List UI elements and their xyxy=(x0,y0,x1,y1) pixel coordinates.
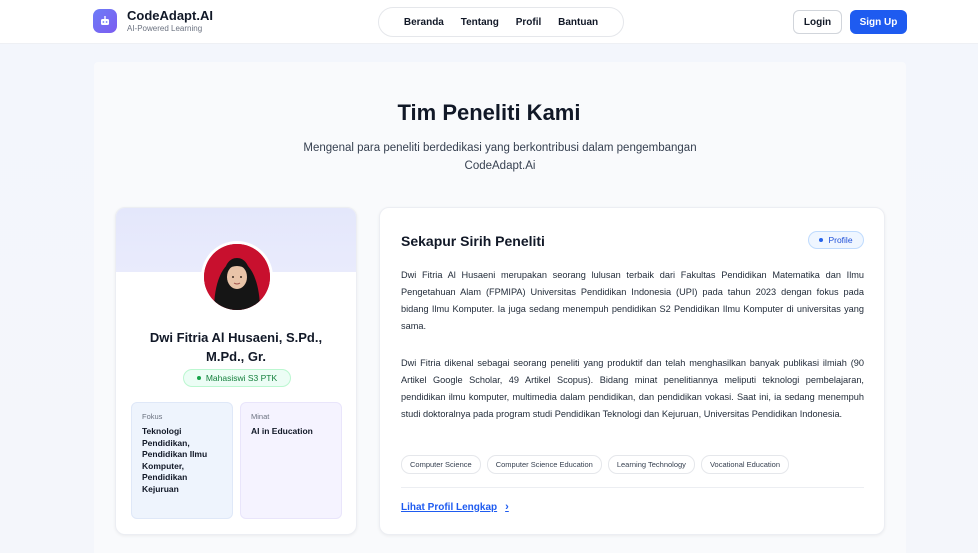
tag-learning-technology: Learning Technology xyxy=(607,455,695,474)
tag-computer-science: Computer Science xyxy=(401,455,481,474)
nav-item-profil[interactable]: Profil xyxy=(516,17,542,28)
brand-tagline: AI-Powered Learning xyxy=(127,24,203,33)
status-badge: Mahasiswi S3 PTK xyxy=(183,369,291,387)
tag-vocational-education: Vocational Education xyxy=(700,455,789,474)
main-nav: Beranda Tentang Profil Bantuan xyxy=(378,7,624,37)
profile-dot-icon xyxy=(819,238,824,242)
brand[interactable]: CodeAdapt.AI AI-Powered Learning xyxy=(93,8,213,34)
top-navbar: CodeAdapt.AI AI-Powered Learning Beranda… xyxy=(0,0,978,44)
interest-label: Minat xyxy=(251,412,270,421)
robot-logo-icon xyxy=(93,9,117,33)
tag-computer-science-education: Computer Science Education xyxy=(486,455,602,474)
profile-badge-label: Profile xyxy=(828,235,853,245)
intro-paragraph-2: Dwi Fitria dikenal sebagai seorang penel… xyxy=(401,358,864,419)
avatar xyxy=(201,241,273,313)
focus-value: Teknologi Pendidikan, Pendidikan Ilmu Ko… xyxy=(142,426,208,494)
focus-label: Fokus xyxy=(142,412,163,421)
researcher-photo xyxy=(204,244,270,310)
signup-button[interactable]: Sign Up xyxy=(850,10,907,34)
research-tags: Computer Science Computer Science Educat… xyxy=(401,455,789,474)
researcher-profile-card: Dwi Fitria Al Husaeni, S.Pd., M.Pd., Gr.… xyxy=(115,207,357,535)
page-title: Tim Peneliti Kami xyxy=(397,100,581,125)
divider xyxy=(401,487,864,488)
status-badge-label: Mahasiswi S3 PTK xyxy=(205,373,278,383)
researcher-intro-card: Sekapur Sirih Peneliti Profile Dwi Fitri… xyxy=(379,207,885,535)
view-full-profile-link[interactable]: Lihat Profil Lengkap › xyxy=(401,501,509,513)
interest-value: AI in Education xyxy=(251,426,313,436)
nav-item-beranda[interactable]: Beranda xyxy=(404,17,444,28)
page-subtitle: Mengenal para peneliti berdedikasi yang … xyxy=(303,142,697,172)
interest-box: Minat AI in Education xyxy=(240,402,342,519)
brand-name: CodeAdapt.AI xyxy=(127,8,213,23)
chevron-right-icon: › xyxy=(505,501,509,513)
intro-title: Sekapur Sirih Peneliti xyxy=(401,233,545,249)
login-button[interactable]: Login xyxy=(793,10,842,34)
view-full-profile-label: Lihat Profil Lengkap xyxy=(401,501,498,513)
intro-paragraph-1: Dwi Fitria Al Husaeni merupakan seorang … xyxy=(401,270,864,331)
nav-item-bantuan[interactable]: Bantuan xyxy=(558,17,598,28)
status-dot-icon xyxy=(196,376,201,380)
focus-box: Fokus Teknologi Pendidikan, Pendidikan I… xyxy=(131,402,233,519)
researcher-name: Dwi Fitria Al Husaeni, S.Pd., M.Pd., Gr. xyxy=(149,330,323,364)
profile-badge: Profile xyxy=(808,231,864,249)
nav-item-tentang[interactable]: Tentang xyxy=(461,17,499,28)
